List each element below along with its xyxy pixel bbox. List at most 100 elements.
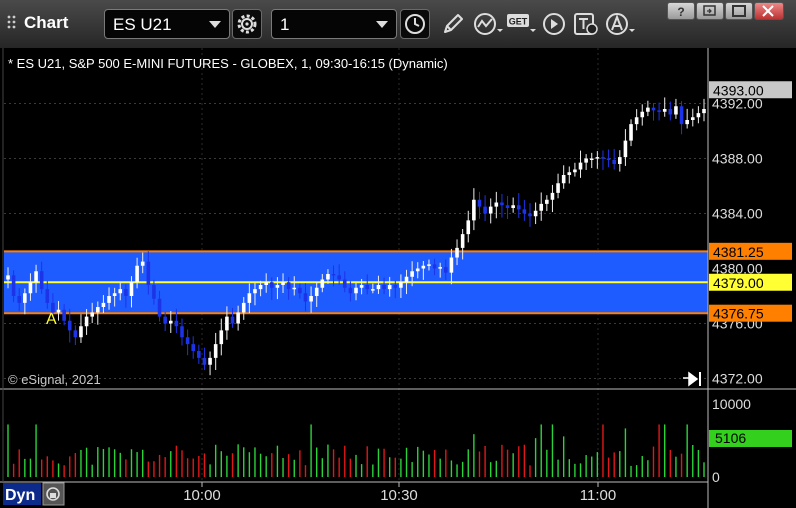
study-icon[interactable] (473, 11, 503, 37)
gear-icon (237, 14, 257, 34)
candle-body (662, 109, 667, 112)
candle-body (488, 206, 493, 214)
candle-body (23, 293, 27, 303)
price-chart[interactable]: * ES U21, S&P 500 E-MINI FUTURES - GLOBE… (0, 48, 796, 508)
candle-body (219, 330, 224, 345)
candle-body (444, 267, 448, 273)
candle-body (382, 285, 386, 290)
chart-toolbar: Chart ES U21 1 GET ? (0, 0, 796, 49)
annotation-marker: A (46, 311, 57, 328)
candle-body (601, 157, 605, 159)
candle-body (348, 287, 353, 294)
candle-body (28, 282, 33, 294)
candle-body (399, 282, 403, 288)
time-tick-label: 10:00 (183, 487, 221, 504)
interval-settings-button[interactable] (400, 9, 430, 39)
candle-body (522, 209, 527, 214)
candle-body (253, 289, 257, 294)
candle-body (371, 289, 375, 291)
candle-body (505, 205, 510, 208)
dynamic-settings-button[interactable] (42, 482, 65, 506)
dynamic-button[interactable]: Dyn (3, 483, 41, 505)
candle-body (618, 157, 622, 164)
candle-body (455, 247, 459, 258)
candle-body (314, 287, 319, 296)
interval-selector[interactable]: 1 (271, 9, 397, 39)
chevron-down-icon[interactable] (209, 21, 221, 28)
restore-button[interactable] (696, 2, 724, 20)
window-title-label: Chart (24, 13, 69, 32)
candle-body (629, 124, 633, 141)
candle-body (213, 344, 218, 358)
candle-body (270, 282, 274, 288)
candle-body (157, 298, 162, 317)
candle-body (651, 107, 656, 111)
candle-body (584, 158, 588, 163)
candle-body (679, 106, 684, 125)
candle-body (494, 202, 499, 207)
candle-body (421, 265, 426, 269)
alert-icon[interactable] (605, 11, 635, 37)
candle-body (387, 285, 392, 290)
candle-body (606, 158, 611, 160)
candle-body (286, 282, 291, 290)
candle-body (202, 357, 207, 365)
candle-body (500, 202, 504, 206)
candle-body (612, 159, 616, 164)
get-data-icon[interactable]: GET (506, 11, 536, 37)
candle-body (702, 109, 706, 114)
interval-value: 1 (280, 15, 290, 34)
candle-body (404, 276, 409, 283)
candle-body (545, 199, 549, 204)
copyright-label: © eSignal, 2021 (8, 372, 101, 387)
candle-body (561, 175, 566, 184)
candle-body (152, 285, 156, 299)
candle-body (112, 293, 117, 296)
pencil-icon[interactable] (440, 11, 466, 37)
candle-body (595, 157, 600, 159)
candle-body (185, 337, 190, 345)
price-tick-label: 4384.00 (712, 206, 763, 222)
candle-body (84, 316, 89, 327)
candle-body (292, 287, 297, 290)
candle-body (236, 312, 240, 324)
svg-text:GET: GET (509, 17, 528, 27)
price-tick-label: 4388.00 (712, 151, 763, 167)
candle-body (690, 117, 695, 120)
candle-body (573, 169, 577, 173)
dyn-label: Dyn (5, 487, 35, 504)
chart-header: * ES U21, S&P 500 E-MINI FUTURES - GLOBE… (8, 56, 448, 71)
candle-body (56, 309, 61, 313)
price-marker-label: 4381.25 (713, 244, 764, 260)
maximize-button[interactable] (725, 2, 753, 20)
candle-body (466, 220, 471, 235)
candle-body (303, 293, 308, 302)
volume-last-value: 5106 (715, 430, 746, 446)
candle-body (634, 117, 639, 125)
time-tick-label: 10:30 (380, 487, 418, 504)
close-icon (762, 5, 774, 17)
candle-body (34, 271, 38, 283)
candle-body (359, 285, 364, 288)
symbol-value: ES U21 (113, 15, 172, 34)
candle-body (427, 264, 431, 266)
symbol-selector[interactable]: ES U21 (104, 9, 230, 39)
candle-body (135, 265, 139, 283)
candle-body (640, 111, 645, 118)
candle-body (657, 110, 661, 112)
close-button[interactable] (754, 2, 784, 20)
candle-body (6, 275, 10, 280)
chevron-down-icon[interactable] (376, 21, 388, 28)
drag-handle-icon[interactable] (6, 14, 20, 30)
help-button[interactable]: ? (667, 2, 695, 20)
candle-body (197, 351, 201, 358)
candle-body (646, 107, 650, 112)
candle-body (477, 199, 482, 207)
play-icon[interactable] (541, 11, 567, 37)
symbol-settings-button[interactable] (232, 9, 262, 39)
restore-icon (703, 5, 716, 16)
candle-body (39, 271, 44, 290)
volume-tick-label: 10000 (712, 396, 751, 412)
candle-body (230, 316, 235, 324)
time-and-sales-icon[interactable] (573, 11, 601, 37)
